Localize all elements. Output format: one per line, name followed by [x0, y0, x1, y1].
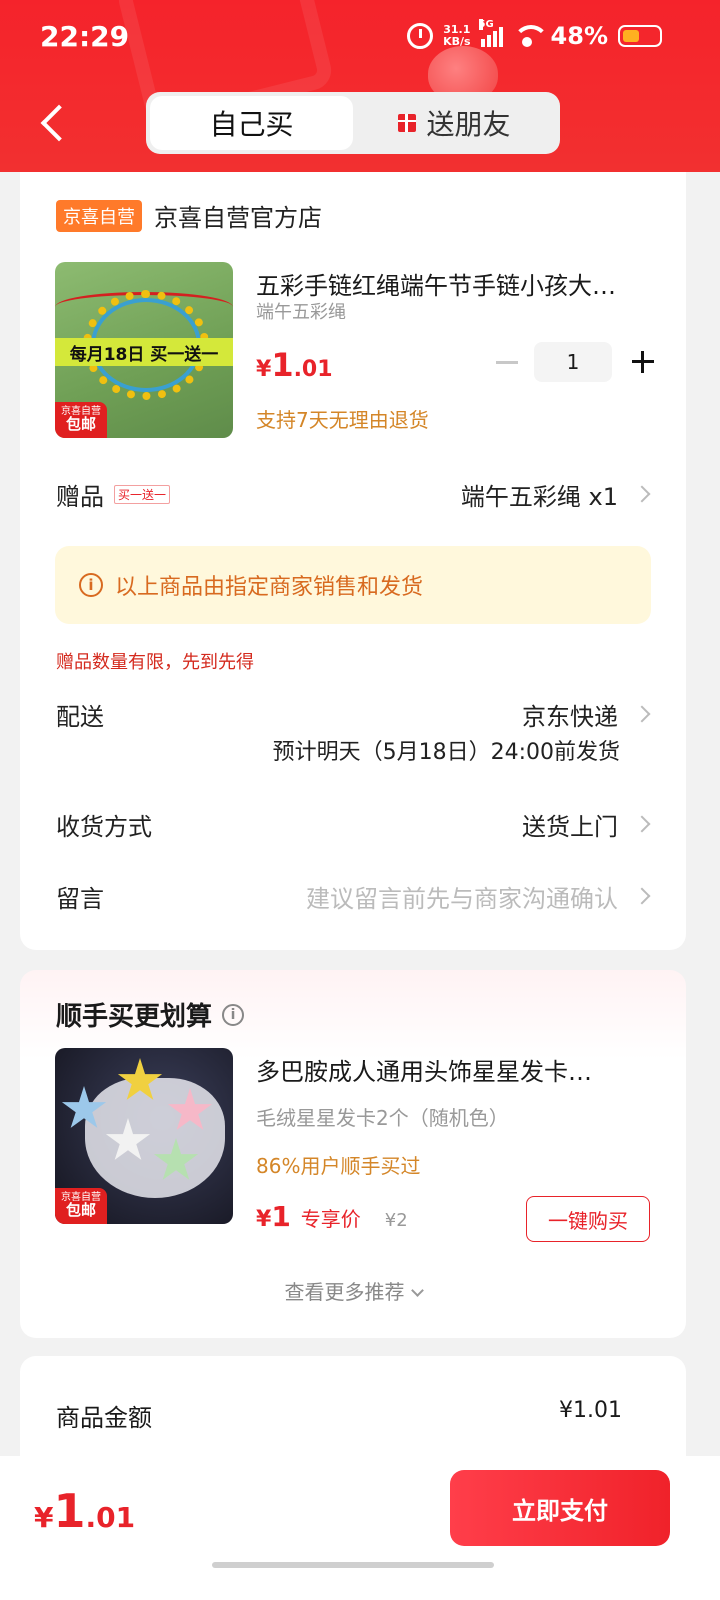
wifi-icon — [512, 25, 549, 47]
notice-text: 以上商品由指定商家销售和发货 — [115, 575, 424, 600]
recommend-product-image[interactable]: 京喜自营 包邮 — [55, 1048, 233, 1224]
more-recommendations-link[interactable]: 查看更多推荐 — [20, 1276, 686, 1305]
purchase-mode-switch: 自己买 送朋友 — [146, 92, 560, 154]
recommend-card: 顺手买更划算 i 京喜自营 包邮 多巴胺成人通用头饰星星发卡… 毛绒星星发卡2个… — [20, 970, 686, 1338]
store-row[interactable]: 京喜自营 京喜自营官方店 — [56, 198, 322, 233]
delivery-row[interactable]: 配送 京东快递 — [56, 694, 651, 734]
one-click-buy-button[interactable]: 一键购买 — [526, 1196, 650, 1242]
home-indicator[interactable] — [212, 1562, 494, 1568]
tab-buy-for-self-label: 自己买 — [209, 108, 294, 141]
gift-promo-tag: 买一送一 — [114, 484, 171, 504]
pay-now-button[interactable]: 立即支付 — [450, 1470, 670, 1546]
order-card: 京喜自营 京喜自营官方店 每月18日 买一送一 京喜自营 包邮 五彩手链红绳端午… — [20, 172, 686, 950]
message-row[interactable]: 留言 建议留言前先与商家沟通确认 — [56, 876, 651, 916]
tab-send-to-friend-label: 送朋友 — [426, 108, 511, 141]
message-placeholder: 建议留言前先与商家沟通确认 — [306, 884, 618, 913]
back-arrow-icon[interactable] — [42, 104, 62, 140]
message-field[interactable]: 建议留言前先与商家沟通确认 — [306, 879, 651, 914]
net-speed: 31.1 KB/s — [443, 24, 470, 48]
store-name: 京喜自营官方店 — [154, 204, 322, 232]
total-price: ¥1.01 — [34, 1484, 135, 1538]
price-decimal: .01 — [293, 357, 333, 382]
product-image-banner: 每月18日 买一送一 — [55, 338, 233, 366]
tab-send-to-friend[interactable]: 送朋友 — [353, 96, 556, 150]
gift-label: 赠品 — [56, 482, 104, 511]
free-shipping-badge: 京喜自营 包邮 — [55, 1188, 107, 1224]
info-icon: i — [79, 573, 103, 597]
recommend-product-spec: 毛绒星星发卡2个（随机色） — [256, 1106, 509, 1130]
delivery-estimate: 预计明天（5月18日）24:00前发货 — [272, 740, 620, 765]
exclusive-price-label: 专享价 — [300, 1207, 361, 1231]
price-symbol: ¥ — [34, 1501, 54, 1534]
recommend-price: ¥ 1 专享价 ¥2 — [256, 1200, 408, 1233]
chevron-right-icon — [633, 815, 651, 833]
gift-icon — [398, 114, 417, 132]
receive-method-label: 收货方式 — [56, 812, 152, 841]
seller-notice: i 以上商品由指定商家销售和发货 — [55, 546, 651, 624]
alarm-icon — [407, 23, 434, 49]
minus-icon[interactable] — [496, 360, 518, 364]
price-value: 1 — [271, 1200, 291, 1233]
recommend-title-text: 顺手买更划算 — [56, 1002, 213, 1032]
status-icons: 31.1 KB/s 5G 48% — [407, 19, 662, 50]
gift-limit-note: 赠品数量有限，先到先得 — [56, 652, 254, 673]
network-type: 5G — [478, 19, 494, 30]
receive-method-text: 送货上门 — [522, 812, 618, 841]
chevron-right-icon — [633, 485, 651, 503]
return-policy: 支持7天无理由退货 — [256, 408, 429, 432]
recommend-purchase-stat: 86%用户顺手买过 — [256, 1154, 421, 1178]
quantity-input[interactable]: 1 — [534, 342, 612, 382]
signal-icon: 5G — [478, 19, 503, 47]
battery-icon — [618, 25, 662, 47]
original-price: ¥2 — [384, 1210, 408, 1231]
message-label: 留言 — [56, 884, 104, 913]
gift-value-text: 端午五彩绳 x1 — [460, 482, 618, 511]
goods-amount-value: ¥1.01 — [559, 1398, 622, 1423]
net-speed-unit: KB/s — [443, 35, 471, 48]
heart-tray — [85, 1078, 225, 1198]
bottom-bar: ¥1.01 立即支付 — [0, 1456, 720, 1600]
product-image[interactable]: 每月18日 买一送一 京喜自营 包邮 — [55, 262, 233, 438]
price-symbol: ¥ — [256, 1207, 272, 1232]
chevron-down-icon — [410, 1284, 424, 1297]
recommend-title: 顺手买更划算 i — [56, 996, 245, 1033]
plus-icon[interactable] — [632, 351, 654, 373]
price-integer: 1 — [271, 346, 294, 384]
price-decimal: .01 — [85, 1501, 136, 1534]
receive-method-value: 送货上门 — [522, 807, 651, 842]
status-time: 22:29 — [40, 20, 130, 53]
chevron-right-icon — [633, 887, 651, 905]
battery-percent: 48% — [550, 22, 608, 50]
recommend-product-title[interactable]: 多巴胺成人通用头饰星星发卡… — [256, 1052, 646, 1087]
more-recommendations-label: 查看更多推荐 — [284, 1280, 405, 1304]
chevron-right-icon — [633, 705, 651, 723]
goods-amount-label: 商品金额 — [56, 1404, 152, 1432]
free-shipping-badge-bottom: 包邮 — [65, 415, 96, 433]
free-shipping-badge-bottom: 包邮 — [65, 1201, 96, 1219]
product-title[interactable]: 五彩手链红绳端午节手链小孩大… — [256, 266, 646, 301]
info-icon[interactable]: i — [222, 1003, 245, 1026]
store-tag: 京喜自营 — [56, 199, 142, 232]
product-price: ¥1.01 — [256, 346, 333, 384]
price-symbol: ¥ — [256, 357, 272, 382]
free-shipping-badge: 京喜自营 包邮 — [55, 402, 107, 438]
goods-amount-row: 商品金额 ¥1.01 — [56, 1398, 622, 1433]
delivery-value-text: 京东快递 — [522, 702, 618, 731]
delivery-label: 配送 — [56, 702, 104, 731]
product-spec: 端午五彩绳 — [256, 302, 346, 323]
gift-value: 端午五彩绳 x1 — [460, 477, 651, 512]
delivery-value: 京东快递 — [522, 697, 651, 732]
tab-buy-for-self[interactable]: 自己买 — [150, 96, 353, 150]
price-integer: 1 — [53, 1484, 86, 1538]
gift-row[interactable]: 赠品 买一送一 端午五彩绳 x1 — [56, 474, 651, 514]
header: 22:29 31.1 KB/s 5G 48% 自己买 送朋友 — [0, 0, 720, 172]
receive-method-row[interactable]: 收货方式 送货上门 — [56, 804, 651, 844]
quantity-stepper: 1 — [496, 342, 654, 382]
